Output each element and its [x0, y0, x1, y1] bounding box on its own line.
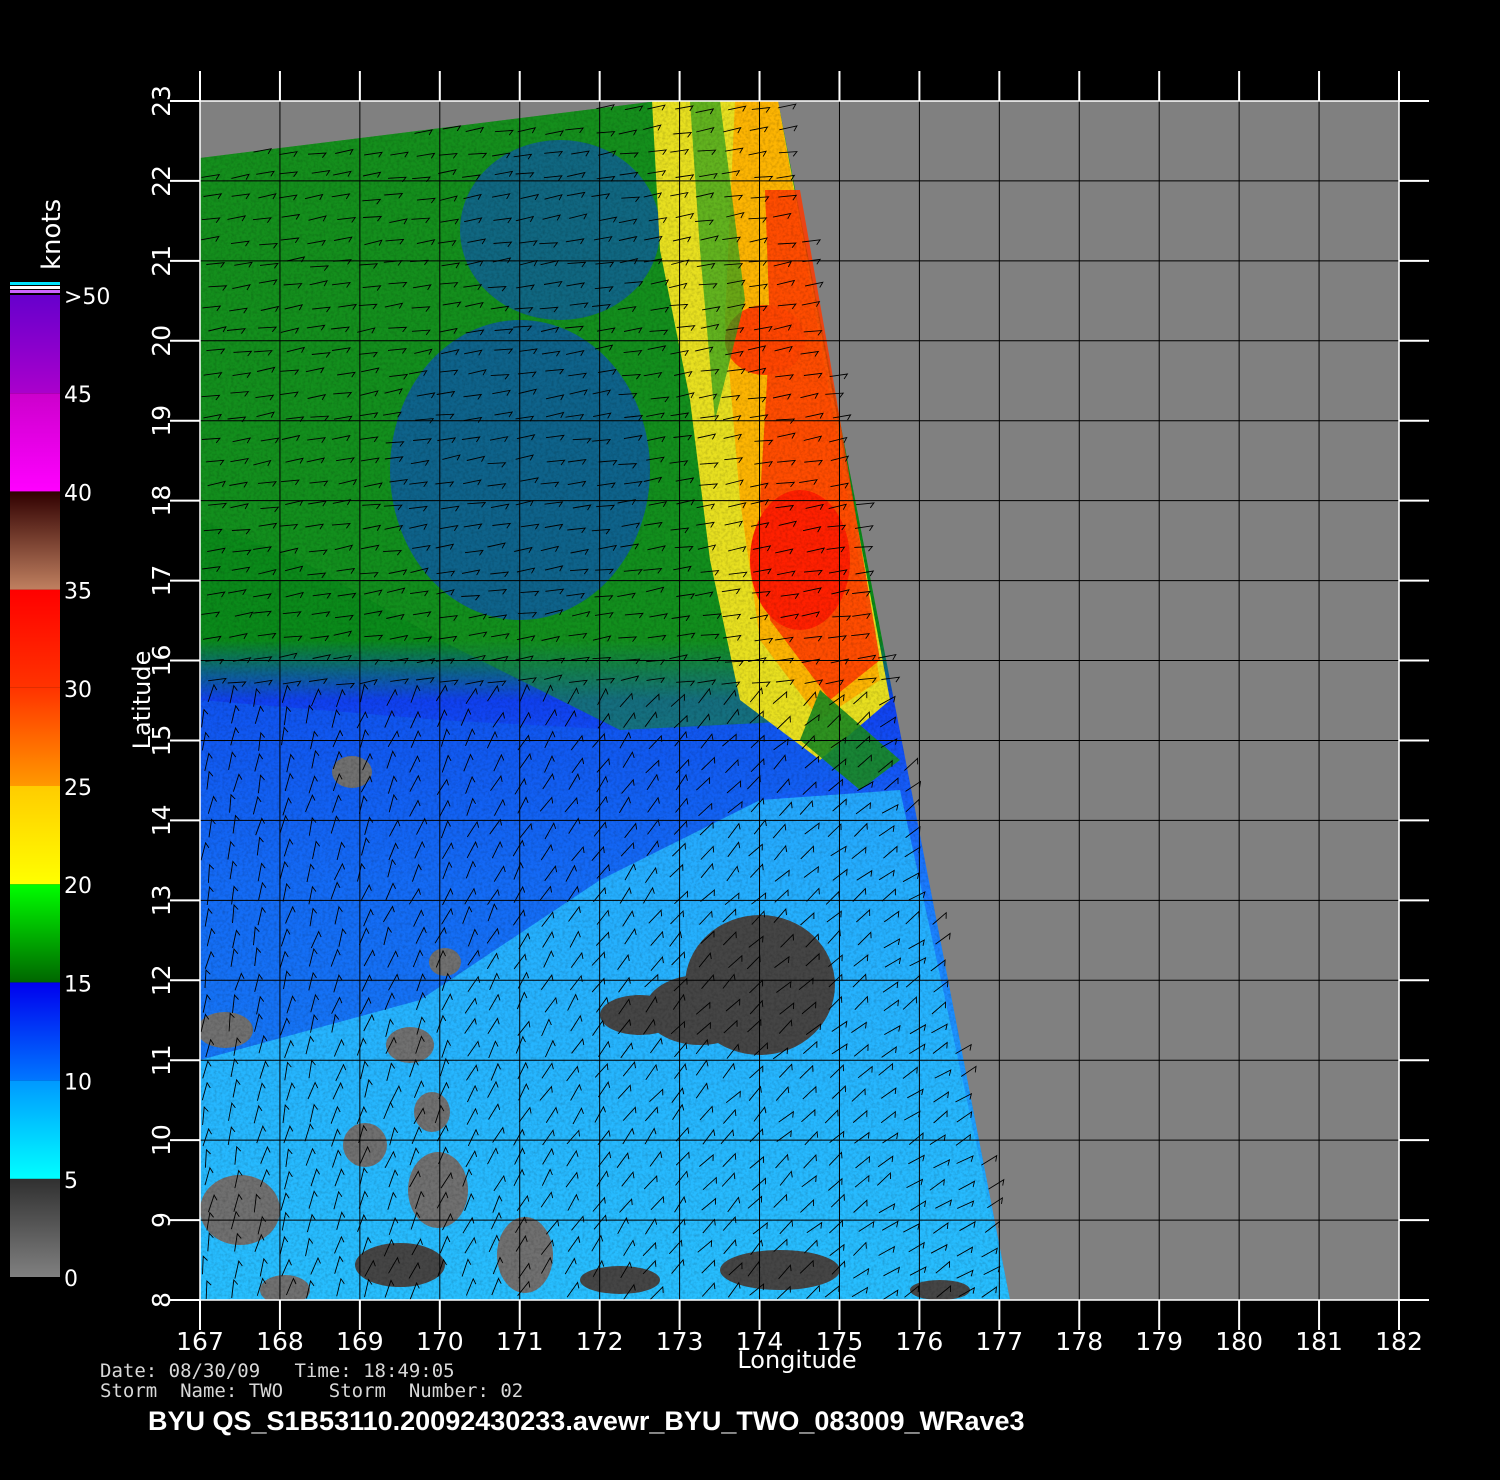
legend-bin: [10, 1080, 60, 1179]
legend-tick-label: 45: [64, 383, 92, 408]
legend-bin: [10, 786, 60, 885]
lat-tick-label: 20: [147, 325, 176, 357]
storm-line: Storm Name: TWO Storm Number: 02: [100, 1380, 523, 1402]
legend-bin: [10, 491, 60, 590]
lat-tick-label: 21: [147, 245, 176, 277]
legend-tick-label: 10: [64, 1071, 92, 1096]
legend-bin: [10, 393, 60, 492]
legend-tick-label: 15: [64, 972, 92, 997]
legend-tick-label: 5: [64, 1169, 78, 1194]
legend-tick-label: 0: [64, 1267, 78, 1292]
lon-tick-label: 176: [896, 1327, 944, 1356]
lon-tick-label: 169: [336, 1327, 384, 1356]
legend-tick-label: 40: [64, 481, 92, 506]
legend-color-bins: [10, 295, 60, 1277]
lat-tick-label: 17: [147, 565, 176, 597]
legend-bin: [10, 589, 60, 688]
lat-tick-label: 22: [147, 165, 176, 197]
lon-tick-label: 171: [496, 1327, 544, 1356]
legend-bin: [10, 295, 60, 394]
legend-tick-label: 20: [64, 874, 92, 899]
x-axis-label: Longitude: [737, 1346, 856, 1374]
color-legend: 0 5 10 15 20 25 30 35 40 45 >50 knots: [10, 199, 110, 1292]
legend-bin: [10, 982, 60, 1081]
legend-cap-cyan: [10, 282, 60, 285]
lon-tick-label: 178: [1055, 1327, 1103, 1356]
y-axis-label: Latitude: [128, 651, 156, 750]
lon-tick-label: 168: [256, 1327, 304, 1356]
lat-tick-label: 13: [147, 884, 176, 916]
lat-tick-label: 23: [147, 85, 176, 117]
lat-tick-label: 10: [147, 1124, 176, 1156]
lon-tick-label: 177: [975, 1327, 1023, 1356]
legend-tick-label: 30: [64, 678, 92, 703]
file-title: BYU QS_S1B53110.20092430233.avewr_BYU_TW…: [148, 1406, 1025, 1436]
legend-bin: [10, 1178, 60, 1277]
legend-units: knots: [37, 199, 67, 270]
lon-tick-label: 167: [176, 1327, 224, 1356]
date-time-line: Date: 08/30/09 Time: 18:49:05: [100, 1360, 455, 1382]
lat-tick-label: 9: [147, 1212, 176, 1228]
legend-cap-white: [10, 286, 60, 289]
lon-tick-label: 173: [656, 1327, 704, 1356]
lon-tick-label: 179: [1135, 1327, 1183, 1356]
lon-tick-label: 181: [1295, 1327, 1343, 1356]
legend-tick-label: >50: [64, 285, 110, 310]
lat-tick-label: 12: [147, 964, 176, 996]
legend-bin: [10, 687, 60, 786]
wind-field-map: 167 168 169 170 171 172 173 174 175 176 177 178 179 1…: [10, 71, 1429, 1436]
legend-tick-label: 35: [64, 580, 92, 605]
lat-tick-label: 11: [147, 1044, 176, 1076]
lon-tick-label: 170: [416, 1327, 464, 1356]
legend-bin: [10, 884, 60, 983]
lon-tick-label: 172: [576, 1327, 624, 1356]
lat-tick-label: 8: [147, 1292, 176, 1308]
legend-tick-label: 25: [64, 776, 92, 801]
legend-cap-purple: [10, 290, 60, 293]
lon-tick-label: 180: [1215, 1327, 1263, 1356]
lat-tick-label: 14: [147, 804, 176, 836]
lon-tick-label: 182: [1375, 1327, 1423, 1356]
legend-tick-labels: 0 5 10 15 20 25 30 35 40 45 >50: [64, 285, 110, 1292]
lat-tick-label: 18: [147, 485, 176, 517]
lat-tick-label: 19: [147, 405, 176, 437]
